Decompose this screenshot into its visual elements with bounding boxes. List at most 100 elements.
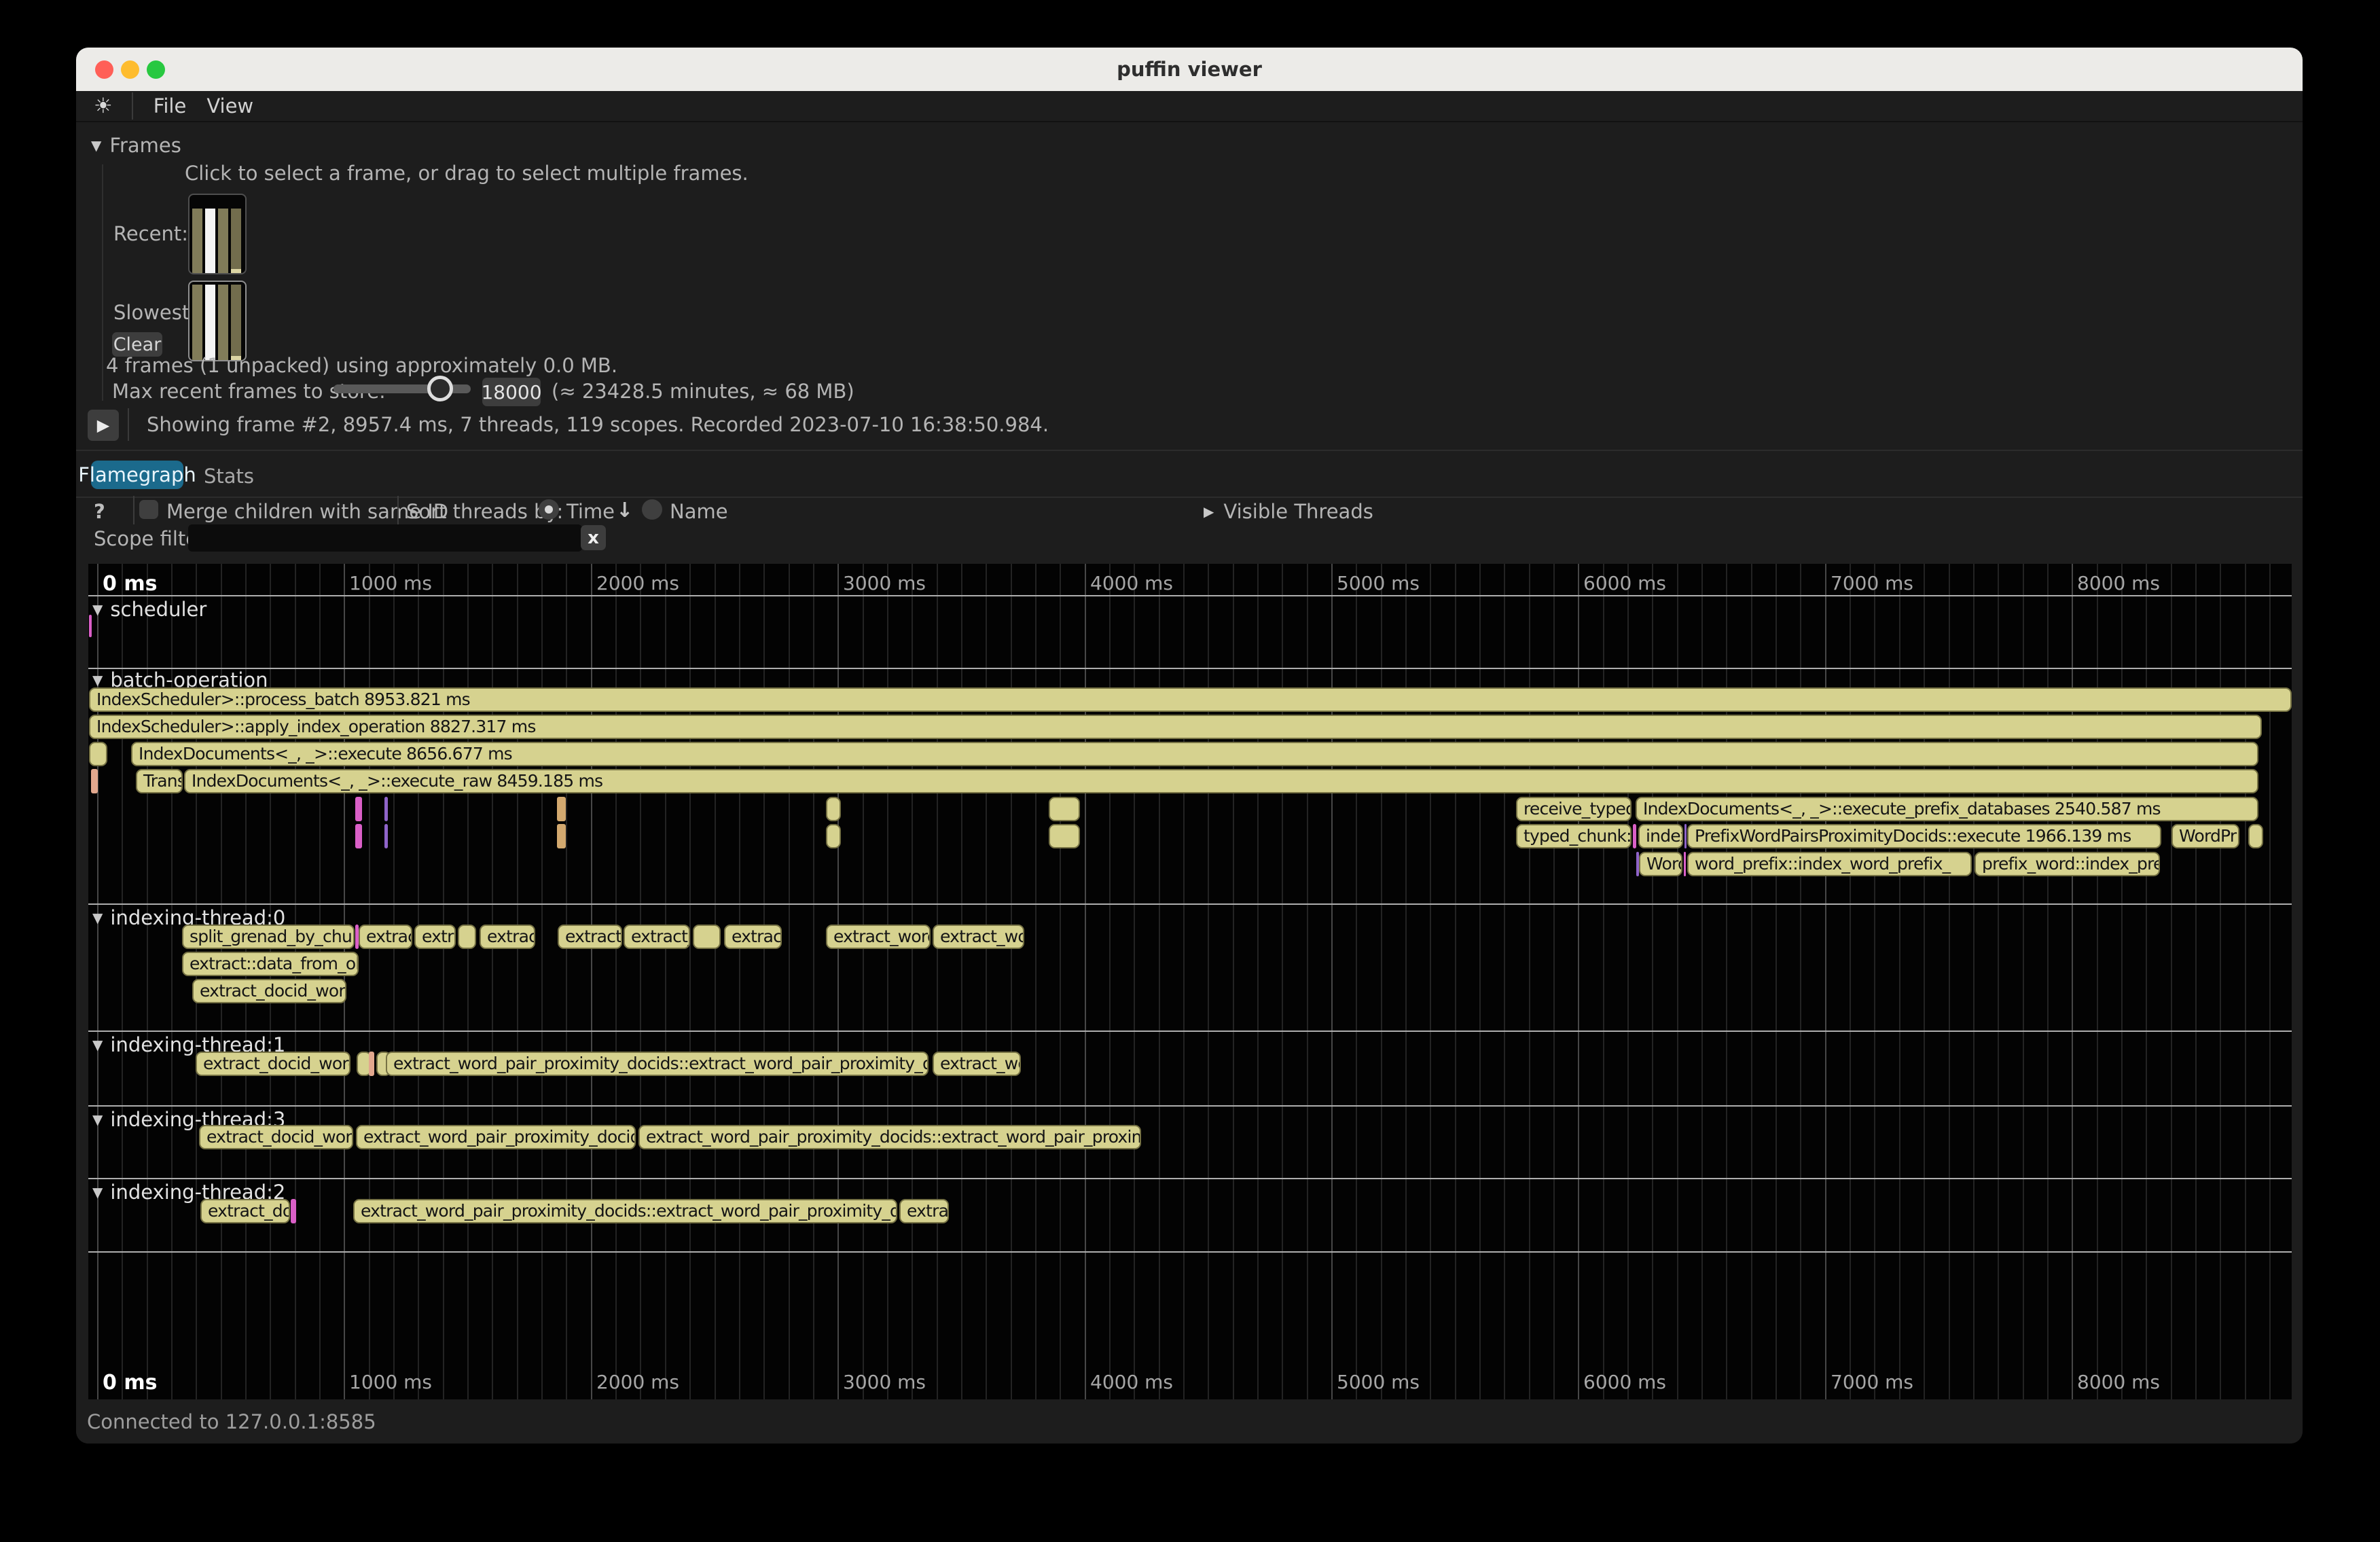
axis-tick-label: 5000 ms [1337,572,1420,594]
flamegraph-marker[interactable] [557,797,566,821]
flamegraph-bar[interactable]: extract_docid_word [196,1052,350,1076]
frame-bar[interactable] [231,285,241,360]
flamegraph-bar[interactable]: index [1638,824,1683,848]
axis-tick-label: 7000 ms [1831,1371,1913,1393]
flamegraph-bar[interactable]: IndexDocuments<_, _>::execute 8656.677 m… [131,742,2258,766]
visible-threads-header[interactable]: ▶ Visible Threads [1204,500,1373,523]
sort-direction-arrow-icon[interactable]: ↓ [616,499,633,522]
flamegraph-bar[interactable]: extract_word_pair_proximity_docids::extr… [353,1199,897,1223]
sort-name-label[interactable]: Name [670,500,728,523]
flamegraph-bar[interactable] [826,824,841,848]
collapse-triangle-icon: ▼ [91,137,101,154]
frame-bar[interactable] [218,209,228,273]
flamegraph-marker[interactable] [355,797,362,821]
flamegraph-bar[interactable]: extract_word_pair_proximity_docids::extr… [638,1125,1141,1149]
flamegraph-bar[interactable]: IndexDocuments<_, _>::execute_raw 8459.1… [184,769,2258,793]
controls-separator [133,496,134,524]
flamegraph-bar[interactable]: extrac [480,925,535,949]
axis-tick-label: 4000 ms [1090,572,1173,594]
flamegraph-bar[interactable]: extract_word_pair_proximity_docids [356,1125,636,1149]
scope-filter-input[interactable] [188,524,582,552]
connection-status: Connected to 127.0.0.1:8585 [87,1410,376,1433]
flamegraph-bar[interactable]: IndexScheduler>::apply_index_operation 8… [89,715,2262,739]
flamegraph-bar[interactable] [2248,824,2263,848]
flamegraph-bar[interactable]: Word [1639,852,1682,876]
flamegraph-bar[interactable]: extract_word_pair_proximity_docids::extr… [386,1052,928,1076]
slowest-frames-label: Slowest: [113,301,196,324]
flamegraph-marker[interactable] [369,1052,374,1076]
flamegraph-marker[interactable] [91,769,98,793]
frame-bar[interactable] [205,209,215,273]
tab-stats[interactable]: Stats [204,465,254,488]
slowest-frames-thumbnail[interactable] [188,281,247,361]
flamegraph-bar[interactable]: extract [724,925,782,949]
flamegraph-bar[interactable] [1049,824,1080,848]
flamegraph-bar[interactable] [693,925,721,949]
frame-bar[interactable] [192,285,202,360]
flamegraph-bar[interactable]: PrefixWordPairsProximityDocids::execute … [1687,824,2161,848]
flamegraph-marker[interactable] [89,615,92,637]
flamegraph-bar[interactable]: WordPr [2171,824,2239,848]
flamegraph-marker[interactable] [1684,824,1687,848]
flamegraph-marker[interactable] [1684,852,1686,876]
tab-flamegraph[interactable]: Flamegraph [91,461,183,489]
flamegraph-bar[interactable]: extract_docid_word [199,1125,353,1149]
flamegraph-bar[interactable]: extract_doc [200,1199,290,1223]
frame-bar[interactable] [231,209,241,273]
play-button[interactable]: ▶ [88,410,119,441]
flamegraph-bar[interactable]: prefix_word::index_prefix_wo [1975,852,2160,876]
thread-name: scheduler [110,598,206,621]
sort-time-radio[interactable] [539,499,559,520]
flamegraph-bar[interactable] [89,742,107,766]
menu-view[interactable]: View [206,94,253,118]
flamegraph-bar[interactable]: extract_ [558,925,622,949]
flamegraph-bar[interactable] [826,797,841,821]
frame-bar[interactable] [218,285,228,360]
theme-toggle-icon[interactable]: ☀ [94,94,113,118]
menu-file[interactable]: File [154,94,187,118]
flamegraph-bar[interactable]: extract_wo [933,1052,1021,1076]
flamegraph-marker[interactable] [384,797,388,821]
flamegraph-bar[interactable]: extrac [899,1199,949,1223]
flamegraph-bar[interactable]: word_prefix::index_word_prefix_ [1687,852,1972,876]
flamegraph-bar[interactable]: IndexDocuments<_, _>::execute_prefix_dat… [1636,797,2258,821]
slider-knob[interactable] [427,376,453,401]
flamegraph-bar[interactable]: extract [359,925,412,949]
clear-filter-button[interactable]: x [581,525,606,550]
section-separator [88,1030,2292,1032]
thread-header[interactable]: ▼scheduler [92,598,206,621]
merge-children-checkbox[interactable] [139,500,158,519]
flamegraph-bar[interactable]: IndexScheduler>::process_batch 8953.821 … [89,687,2292,712]
flamegraph-marker[interactable] [291,1199,296,1223]
max-frames-slider[interactable] [333,384,471,393]
help-button[interactable]: ? [94,500,105,523]
flamegraph-bar[interactable]: extract_wo [933,925,1024,949]
recent-frames-thumbnail[interactable] [188,194,247,274]
flamegraph-bar[interactable]: extra [414,925,456,949]
flamegraph-bar[interactable]: extract::data_from_ob [182,952,359,976]
flamegraph-bar[interactable] [1049,797,1080,821]
flamegraph-bar[interactable]: extract_ [624,925,690,949]
sort-name-radio[interactable] [642,499,662,520]
flamegraph-bar[interactable]: extract_docid_word [192,979,346,1003]
flamegraph-marker[interactable] [557,824,566,848]
flamegraph-marker[interactable] [355,824,362,848]
frame-bar[interactable] [205,285,215,360]
flamegraph-bar[interactable]: receive_typed_ [1516,797,1631,821]
max-frames-estimate: (≈ 23428.5 minutes, ≈ 68 MB) [552,380,854,403]
flamegraph-bar[interactable]: extract_word [826,925,931,949]
flamegraph-marker[interactable] [384,824,388,848]
status-bar: Connected to 127.0.0.1:8585 [76,1399,2303,1444]
frame-bar[interactable] [192,209,202,273]
max-frames-value[interactable]: 18000 [482,378,541,406]
flamegraph-canvas[interactable]: 0 ms1000 ms2000 ms3000 ms4000 ms5000 ms6… [88,564,2292,1399]
flamegraph-bar[interactable]: split_grenad_by_chun [182,925,355,949]
sort-time-label[interactable]: Time [566,500,615,523]
frames-section-header[interactable]: ▼ Frames [91,134,181,157]
flamegraph-bar[interactable]: Trans [136,769,183,793]
flamegraph-marker[interactable] [1633,824,1636,848]
axis-tick-label: 2000 ms [596,1371,679,1393]
flamegraph-bar[interactable] [458,925,476,949]
clear-frames-button[interactable]: Clear [112,332,162,357]
flamegraph-bar[interactable]: typed_chunk::w [1516,824,1631,848]
